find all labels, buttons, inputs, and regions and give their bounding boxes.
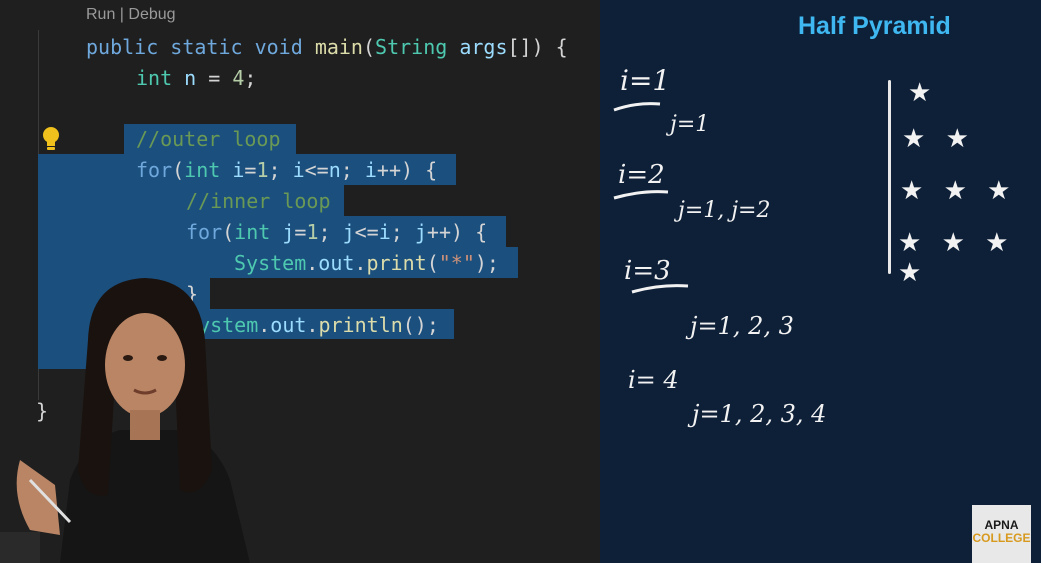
star-row-4: ★ ★ ★ ★ (898, 228, 1015, 288)
note-j1: j=1 (670, 112, 710, 137)
punct: (); (402, 313, 439, 337)
code-editor[interactable]: Run | Debug public static void main(Stri… (0, 0, 600, 563)
apna-college-logo: APNA COLLEGE (972, 505, 1031, 563)
star-row-2: ★ ★ (902, 124, 975, 154)
method-name: main (314, 35, 363, 59)
note-j3: j=1, 2, 3 (690, 312, 794, 340)
keyword: public (86, 35, 159, 59)
code-line-4[interactable]: for(int i=1; i<=n; i++) { (136, 155, 437, 185)
number-literal: 1 (256, 158, 269, 182)
code-line-3-comment[interactable]: //outer loop (136, 124, 281, 154)
punct: ; (244, 66, 257, 90)
operator: <= (354, 220, 379, 244)
type-name: String (375, 35, 448, 59)
keyword: int (136, 66, 173, 90)
logo-line-2: COLLEGE (972, 531, 1031, 545)
variable: j (342, 220, 355, 244)
punct: . (306, 313, 319, 337)
variable: i (378, 220, 391, 244)
punct: ; (340, 158, 365, 182)
keyword: int (234, 220, 271, 244)
variable: j (414, 220, 427, 244)
keyword: for (186, 220, 223, 244)
punct: . (306, 251, 319, 275)
method-name: println (318, 313, 403, 337)
underline-icon (613, 102, 661, 112)
code-line-6[interactable]: for(int j=1; j<=i; j++) { (186, 217, 487, 247)
note-j4: j=1, 2, 3, 4 (692, 400, 827, 428)
underline-icon (613, 190, 669, 200)
note-i2: i=2 (618, 160, 665, 190)
operator: = (244, 158, 257, 182)
punct: ( (426, 251, 439, 275)
code-line-2[interactable]: int n = 4; (136, 63, 256, 93)
operator: ++) { (376, 158, 438, 182)
punct: ; (390, 220, 415, 244)
presenter-video (0, 278, 250, 563)
punct: ( (362, 35, 376, 59)
param-name: args (459, 35, 508, 59)
keyword: void (254, 35, 303, 59)
code-line-1[interactable]: public static void main(String args[]) { (86, 32, 568, 62)
variable: j (282, 220, 295, 244)
variable: n (328, 158, 341, 182)
method-name: print (366, 251, 427, 275)
note-i4: i= 4 (628, 366, 679, 394)
variable: i (232, 158, 245, 182)
punct: . (354, 251, 367, 275)
variable: n (184, 66, 197, 90)
star-row-1: ★ (908, 78, 938, 108)
number-literal: 1 (306, 220, 319, 244)
codelens-run-debug[interactable]: Run | Debug (86, 6, 176, 24)
code-line-5-comment[interactable]: //inner loop (186, 186, 331, 216)
punct: ( (172, 158, 185, 182)
punct: ( (222, 220, 235, 244)
keyword: for (136, 158, 173, 182)
punct: ; (318, 220, 343, 244)
punct: ; (268, 158, 293, 182)
whiteboard-panel: Half Pyramid i=1 j=1 i=2 j=1, j=2 i=3 j=… (600, 0, 1041, 563)
whiteboard-divider (888, 80, 891, 274)
punct: ); (474, 251, 499, 275)
number-literal: 4 (232, 66, 245, 90)
keyword: static (170, 35, 243, 59)
operator: ++) { (426, 220, 488, 244)
lightbulb-icon[interactable] (40, 126, 62, 152)
star-row-3: ★ ★ ★ (900, 176, 1017, 206)
note-j2: j=1, j=2 (678, 198, 771, 223)
punct: []) { (507, 35, 568, 59)
keyword: int (184, 158, 221, 182)
string-literal: "*" (438, 251, 475, 275)
operator: = (294, 220, 307, 244)
field-name: out (318, 251, 355, 275)
operator: = (196, 66, 233, 90)
underline-icon (631, 284, 689, 294)
variable: i (364, 158, 377, 182)
variable: i (292, 158, 305, 182)
operator: <= (304, 158, 329, 182)
whiteboard-title: Half Pyramid (798, 12, 951, 40)
note-i1: i=1 (620, 64, 671, 97)
